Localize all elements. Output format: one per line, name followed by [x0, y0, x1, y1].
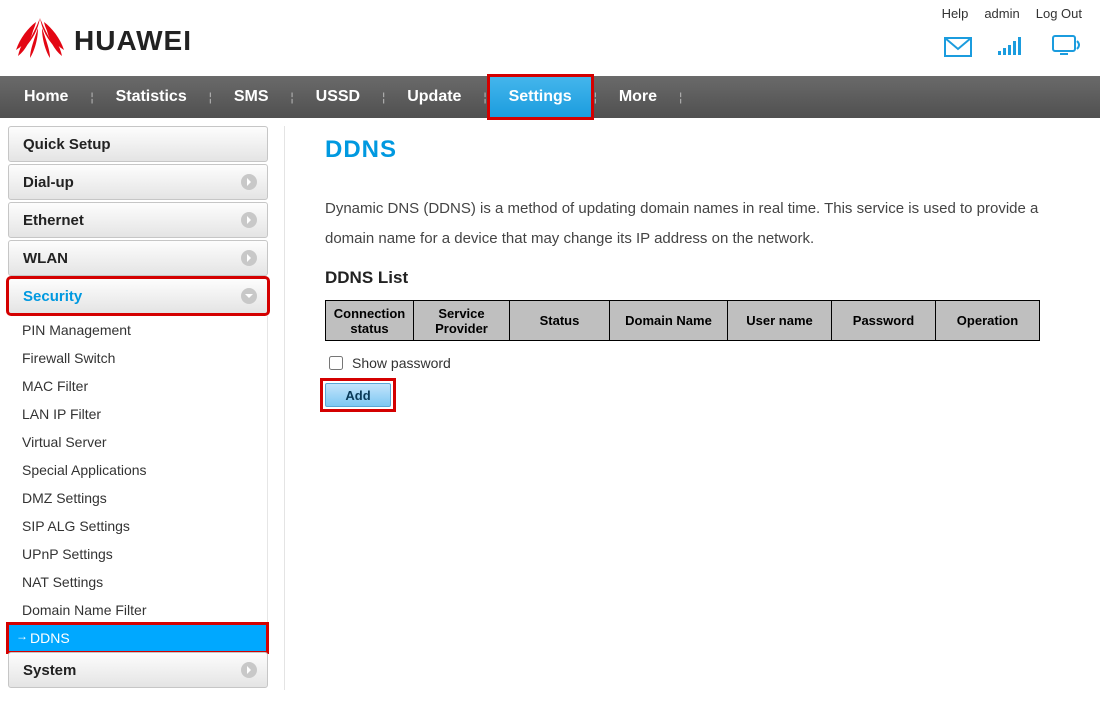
col-operation: Operation	[936, 301, 1040, 341]
sidebar-item-ddns[interactable]: DDNS	[8, 624, 267, 652]
nav-update[interactable]: Update	[387, 76, 481, 118]
nav-settings[interactable]: Settings	[489, 76, 592, 118]
help-link[interactable]: Help	[942, 6, 969, 21]
brand: HUAWEI	[12, 16, 192, 65]
status-icons	[944, 35, 1082, 62]
ddns-table: Connection status Service Provider Statu…	[325, 300, 1040, 341]
nav-ussd[interactable]: USSD	[296, 76, 380, 118]
col-service-provider: Service Provider	[414, 301, 510, 341]
nav-separator: ¦	[677, 76, 684, 118]
sidebar-security-subnav: PIN Management Firewall Switch MAC Filte…	[8, 316, 268, 652]
sidebar-item-label: Security	[23, 288, 82, 305]
nav-separator: ¦	[289, 76, 296, 118]
sidebar-security[interactable]: Security	[8, 278, 268, 314]
show-password-checkbox[interactable]	[329, 356, 343, 370]
add-button-highlight: Add	[325, 383, 391, 407]
sidebar-item-virtual[interactable]: Virtual Server	[8, 428, 267, 456]
header: HUAWEI Help admin Log Out	[0, 0, 1100, 76]
nav-more[interactable]: More	[599, 76, 677, 118]
body: Quick Setup Dial-up Ethernet WLAN Securi…	[0, 118, 1100, 690]
col-domain-name: Domain Name	[610, 301, 728, 341]
show-password-label: Show password	[352, 355, 451, 371]
mail-icon[interactable]	[944, 37, 972, 62]
sidebar-item-label: WLAN	[23, 250, 68, 267]
chevron-right-icon	[241, 174, 257, 190]
nav-statistics[interactable]: Statistics	[96, 76, 207, 118]
sidebar-item-domain[interactable]: Domain Name Filter	[8, 596, 267, 624]
sidebar-item-lanip[interactable]: LAN IP Filter	[8, 400, 267, 428]
show-password-row: Show password	[325, 353, 1090, 373]
navbar: Home ¦ Statistics ¦ SMS ¦ USSD ¦ Update …	[0, 76, 1100, 118]
sidebar-item-label: Dial-up	[23, 174, 74, 191]
col-connection-status: Connection status	[326, 301, 414, 341]
huawei-logo-icon	[12, 16, 68, 65]
nav-separator: ¦	[380, 76, 387, 118]
sidebar-quick-setup[interactable]: Quick Setup	[8, 126, 268, 162]
page-title: DDNS	[325, 136, 1090, 164]
chevron-right-icon	[241, 662, 257, 678]
logout-link[interactable]: Log Out	[1036, 6, 1082, 21]
signal-icon	[998, 35, 1026, 62]
sidebar-item-label: Quick Setup	[23, 136, 111, 153]
col-user-name: User name	[728, 301, 832, 341]
brand-text: HUAWEI	[74, 25, 192, 57]
col-password: Password	[832, 301, 936, 341]
nav-separator: ¦	[88, 76, 95, 118]
sidebar-item-pin[interactable]: PIN Management	[8, 316, 267, 344]
chevron-down-icon	[241, 288, 257, 304]
sidebar-item-special[interactable]: Special Applications	[8, 456, 267, 484]
nav-separator: ¦	[481, 76, 488, 118]
header-right: Help admin Log Out	[942, 6, 1082, 62]
sidebar-item-upnp[interactable]: UPnP Settings	[8, 540, 267, 568]
table-header-row: Connection status Service Provider Statu…	[326, 301, 1040, 341]
monitor-icon[interactable]	[1052, 35, 1082, 62]
chevron-right-icon	[241, 250, 257, 266]
sidebar-system[interactable]: System	[8, 652, 268, 688]
sidebar-dialup[interactable]: Dial-up	[8, 164, 268, 200]
col-status: Status	[510, 301, 610, 341]
nav-sms[interactable]: SMS	[214, 76, 289, 118]
sidebar-item-label: System	[23, 662, 76, 679]
sidebar-item-dmz[interactable]: DMZ Settings	[8, 484, 267, 512]
section-subtitle: DDNS List	[325, 268, 1090, 288]
nav-separator: ¦	[207, 76, 214, 118]
user-label[interactable]: admin	[984, 6, 1019, 21]
sidebar-item-nat[interactable]: NAT Settings	[8, 568, 267, 596]
chevron-right-icon	[241, 212, 257, 228]
sidebar: Quick Setup Dial-up Ethernet WLAN Securi…	[8, 126, 268, 690]
sidebar-ethernet[interactable]: Ethernet	[8, 202, 268, 238]
sidebar-item-firewall[interactable]: Firewall Switch	[8, 344, 267, 372]
sidebar-wlan[interactable]: WLAN	[8, 240, 268, 276]
sidebar-item-mac[interactable]: MAC Filter	[8, 372, 267, 400]
sidebar-item-label: Ethernet	[23, 212, 84, 229]
nav-home[interactable]: Home	[4, 76, 88, 118]
page-description: Dynamic DNS (DDNS) is a method of updati…	[325, 194, 1090, 254]
sidebar-item-sip[interactable]: SIP ALG Settings	[8, 512, 267, 540]
top-links: Help admin Log Out	[942, 6, 1082, 21]
nav-separator: ¦	[592, 76, 599, 118]
add-button[interactable]: Add	[325, 383, 391, 407]
main-content: DDNS Dynamic DNS (DDNS) is a method of u…	[284, 126, 1100, 690]
